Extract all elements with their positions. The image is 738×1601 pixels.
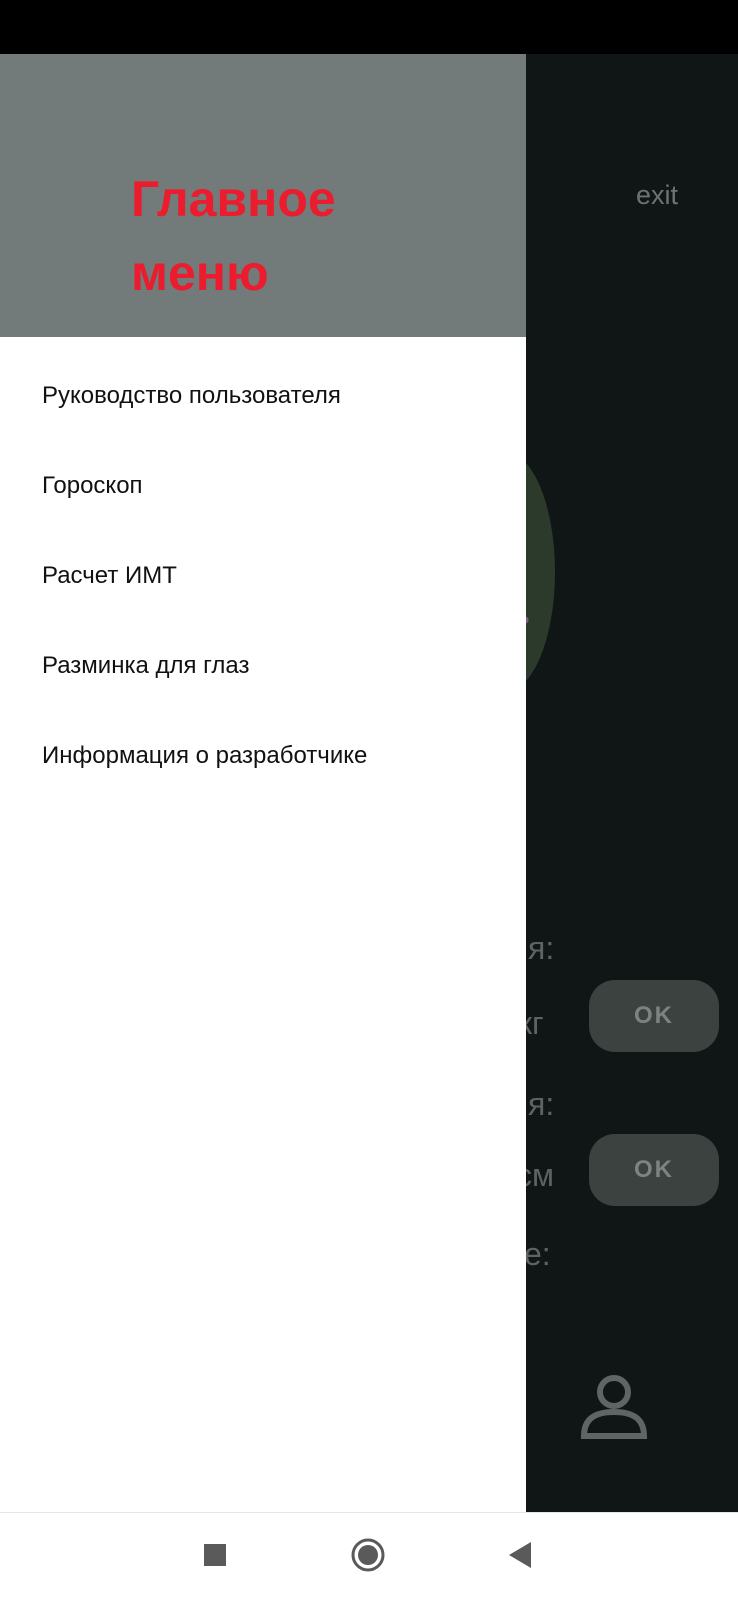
home-button[interactable]	[346, 1533, 390, 1577]
drawer-title: Главное меню	[131, 171, 336, 301]
status-bar	[0, 0, 738, 54]
person-icon[interactable]	[580, 1372, 648, 1440]
triangle-back-icon	[509, 1542, 531, 1568]
exit-button[interactable]: exit	[636, 180, 678, 211]
square-icon	[204, 1544, 226, 1566]
circle-icon	[351, 1538, 385, 1572]
weight-label-fragment: я:	[528, 930, 555, 966]
height-ok-button[interactable]: OK	[589, 1134, 719, 1206]
back-button[interactable]	[498, 1533, 542, 1577]
system-navigation-bar	[0, 1512, 738, 1601]
menu-item-eye-exercise[interactable]: Разминка для глаз	[0, 621, 526, 711]
menu-item-horoscope[interactable]: Гороскоп	[0, 441, 526, 531]
result-label-fragment: е:	[524, 1236, 551, 1272]
menu-item-bmi-calculator[interactable]: Расчет ИМТ	[0, 531, 526, 621]
weight-ok-button[interactable]: OK	[589, 980, 719, 1052]
drawer-menu: Руководство пользователя Гороскоп Расчет…	[0, 337, 526, 801]
drawer-header: Главное меню	[0, 54, 526, 337]
recents-button[interactable]	[193, 1533, 237, 1577]
menu-item-user-guide[interactable]: Руководство пользователя	[0, 351, 526, 441]
navigation-drawer: Главное меню Руководство пользователя Го…	[0, 54, 526, 1512]
height-label-fragment: я:	[528, 1086, 555, 1122]
menu-item-developer-info[interactable]: Информация о разработчике	[0, 711, 526, 801]
